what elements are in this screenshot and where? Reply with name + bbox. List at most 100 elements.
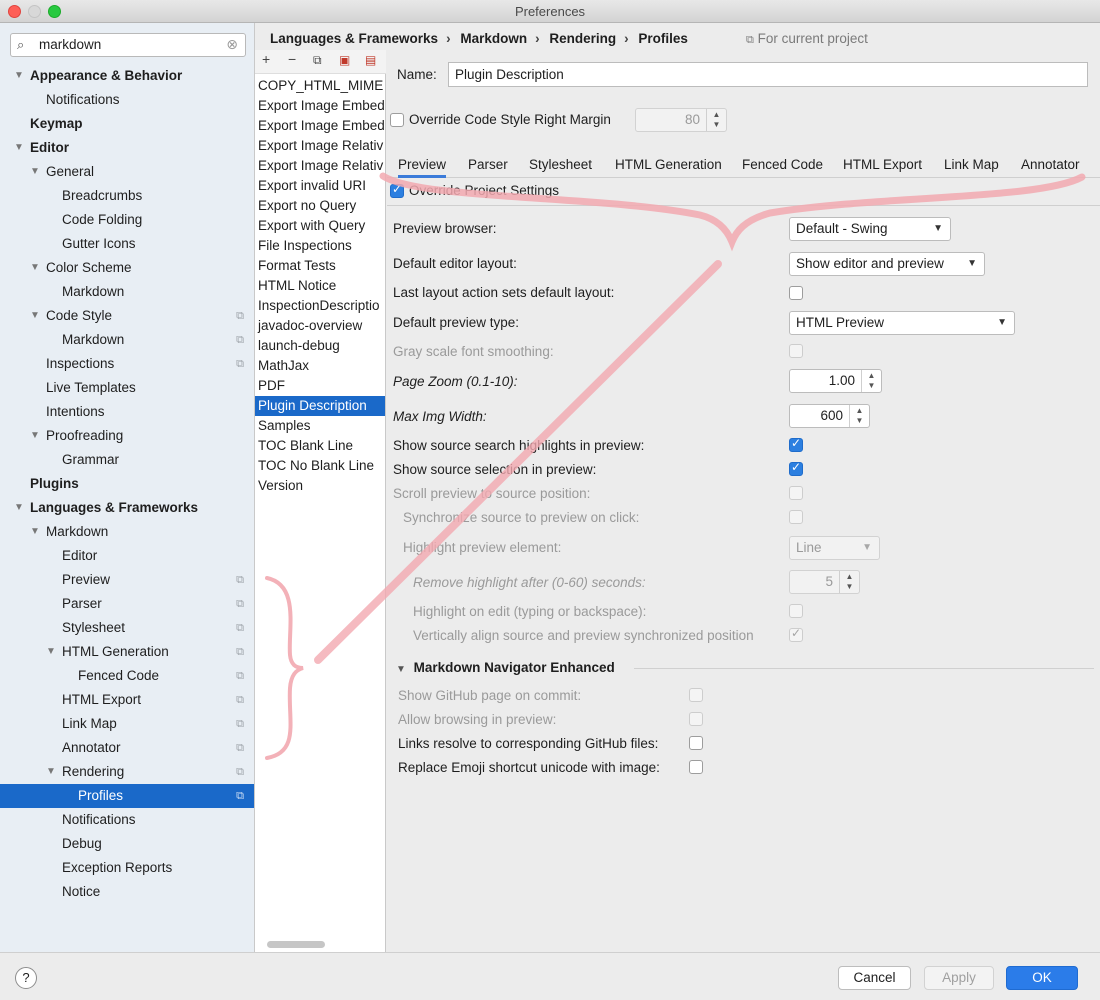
tree-item[interactable]: HTML Export ⧉: [0, 688, 254, 712]
preview-browser-select[interactable]: Default - Swing ▼: [789, 217, 951, 241]
tree-item[interactable]: Parser ⧉: [0, 592, 254, 616]
tab-fenced-code[interactable]: Fenced Code: [742, 157, 823, 172]
tree-item[interactable]: Grammar: [0, 448, 254, 472]
tree-item[interactable]: Breadcrumbs: [0, 184, 254, 208]
tree-item[interactable]: ▼ Appearance & Behavior: [0, 64, 254, 88]
import-icon[interactable]: ▤: [365, 53, 376, 67]
export-icon[interactable]: ▣: [339, 53, 350, 67]
tree-item[interactable]: ▼ Color Scheme: [0, 256, 254, 280]
profile-item[interactable]: Export Image Embed: [255, 116, 385, 136]
source-selection-checkbox[interactable]: [789, 460, 803, 476]
clear-search-icon[interactable]: ⊗: [226, 36, 238, 53]
expand-arrow-icon[interactable]: ▼: [14, 136, 24, 160]
tab-html-generation[interactable]: HTML Generation: [615, 157, 722, 172]
tree-item[interactable]: Markdown ⧉: [0, 328, 254, 352]
tree-item[interactable]: Plugins: [0, 472, 254, 496]
tree-item[interactable]: Exception Reports: [0, 856, 254, 880]
spinner-arrows-icon[interactable]: ▲ ▼: [839, 571, 859, 593]
last-action-checkbox[interactable]: [789, 286, 803, 300]
spinner-arrows-icon[interactable]: ▲ ▼: [849, 405, 869, 427]
profile-item[interactable]: Version: [255, 476, 385, 496]
profile-item[interactable]: Export no Query: [255, 196, 385, 216]
profile-item[interactable]: PDF: [255, 376, 385, 396]
tree-item[interactable]: ▼ Editor: [0, 136, 254, 160]
search-highlights-checkbox[interactable]: [789, 436, 803, 452]
emoji-checkbox[interactable]: [689, 760, 703, 774]
tree-item[interactable]: Profiles ⧉: [0, 784, 254, 808]
tree-item[interactable]: Keymap: [0, 112, 254, 136]
profile-item[interactable]: MathJax: [255, 356, 385, 376]
tree-item[interactable]: Live Templates: [0, 376, 254, 400]
profile-item[interactable]: TOC Blank Line: [255, 436, 385, 456]
tree-item[interactable]: Notifications: [0, 808, 254, 832]
tree-item[interactable]: ▼ Markdown: [0, 520, 254, 544]
tree-item[interactable]: ▼ Proofreading: [0, 424, 254, 448]
override-margin-checkbox[interactable]: [390, 113, 404, 127]
tree-item[interactable]: Link Map ⧉: [0, 712, 254, 736]
tree-item[interactable]: Inspections ⧉: [0, 352, 254, 376]
tab-annotator[interactable]: Annotator: [1021, 157, 1080, 172]
highlight-element-select[interactable]: Line ▼: [789, 536, 880, 560]
expand-arrow-icon[interactable]: ▼: [30, 304, 40, 328]
tree-item[interactable]: Notifications: [0, 88, 254, 112]
scroll-preview-checkbox[interactable]: [789, 486, 803, 500]
github-commit-checkbox[interactable]: [689, 688, 703, 702]
expand-arrow-icon[interactable]: ▼: [46, 760, 56, 784]
expand-arrow-icon[interactable]: ▼: [30, 160, 40, 184]
profile-item[interactable]: TOC No Blank Line: [255, 456, 385, 476]
tree-item[interactable]: Gutter Icons: [0, 232, 254, 256]
profile-item[interactable]: InspectionDescriptio: [255, 296, 385, 316]
profile-item[interactable]: launch-debug: [255, 336, 385, 356]
tree-item[interactable]: ▼ HTML Generation ⧉: [0, 640, 254, 664]
expand-arrow-icon[interactable]: ▼: [30, 520, 40, 544]
tab-html-export[interactable]: HTML Export: [843, 157, 922, 172]
expand-arrow-icon[interactable]: ▼: [14, 64, 24, 88]
tree-item[interactable]: ▼ General: [0, 160, 254, 184]
profile-item[interactable]: Export Image Embed: [255, 96, 385, 116]
remove-icon[interactable]: −: [288, 51, 296, 67]
profile-item[interactable]: Samples: [255, 416, 385, 436]
right-margin-spinner[interactable]: 80 ▲ ▼: [635, 108, 727, 132]
tab-preview[interactable]: Preview: [398, 157, 447, 178]
settings-search[interactable]: ⌕ markdown ⊗: [10, 33, 246, 57]
profile-item[interactable]: Plugin Description: [255, 396, 385, 416]
expand-arrow-icon[interactable]: ▼: [46, 640, 56, 664]
expand-arrow-icon[interactable]: ▼: [14, 496, 24, 520]
spinner-arrows-icon[interactable]: ▲ ▼: [861, 370, 881, 392]
tree-item[interactable]: Markdown: [0, 280, 254, 304]
search-input[interactable]: markdown: [39, 37, 101, 52]
tab-parser[interactable]: Parser: [468, 157, 508, 172]
preview-type-select[interactable]: HTML Preview ▼: [789, 311, 1015, 335]
tree-item[interactable]: ▼ Code Style ⧉: [0, 304, 254, 328]
tree-item[interactable]: Editor: [0, 544, 254, 568]
profile-item[interactable]: Export Image Relativ: [255, 136, 385, 156]
tree-item[interactable]: Intentions: [0, 400, 254, 424]
override-project-checkbox[interactable]: [390, 182, 404, 198]
cancel-button[interactable]: Cancel: [838, 966, 911, 990]
profile-item[interactable]: Format Tests: [255, 256, 385, 276]
links-resolve-checkbox[interactable]: [689, 736, 703, 750]
highlight-on-edit-checkbox[interactable]: [789, 604, 803, 618]
enhanced-section-header[interactable]: ▼ Markdown Navigator Enhanced: [396, 660, 615, 675]
tree-item[interactable]: Notice: [0, 880, 254, 904]
tab-stylesheet[interactable]: Stylesheet: [529, 157, 592, 172]
help-button[interactable]: ?: [15, 967, 37, 989]
tree-item[interactable]: ▼ Languages & Frameworks: [0, 496, 254, 520]
profile-item[interactable]: COPY_HTML_MIME: [255, 76, 385, 96]
tree-item[interactable]: Code Folding: [0, 208, 254, 232]
page-zoom-spinner[interactable]: 1.00 ▲ ▼: [789, 369, 882, 393]
editor-layout-select[interactable]: Show editor and preview ▼: [789, 252, 985, 276]
sync-source-checkbox[interactable]: [789, 510, 803, 524]
tree-item[interactable]: Stylesheet ⧉: [0, 616, 254, 640]
expand-arrow-icon[interactable]: ▼: [30, 256, 40, 280]
copy-icon[interactable]: ⧉: [313, 53, 322, 68]
tree-item[interactable]: Debug: [0, 832, 254, 856]
max-img-spinner[interactable]: 600 ▲ ▼: [789, 404, 870, 428]
ok-button[interactable]: OK: [1006, 966, 1078, 990]
expand-arrow-icon[interactable]: ▼: [30, 424, 40, 448]
tree-item[interactable]: ▼ Rendering ⧉: [0, 760, 254, 784]
tree-item[interactable]: Preview ⧉: [0, 568, 254, 592]
tree-item[interactable]: Annotator ⧉: [0, 736, 254, 760]
profile-item[interactable]: File Inspections: [255, 236, 385, 256]
name-field[interactable]: Plugin Description: [448, 62, 1088, 87]
